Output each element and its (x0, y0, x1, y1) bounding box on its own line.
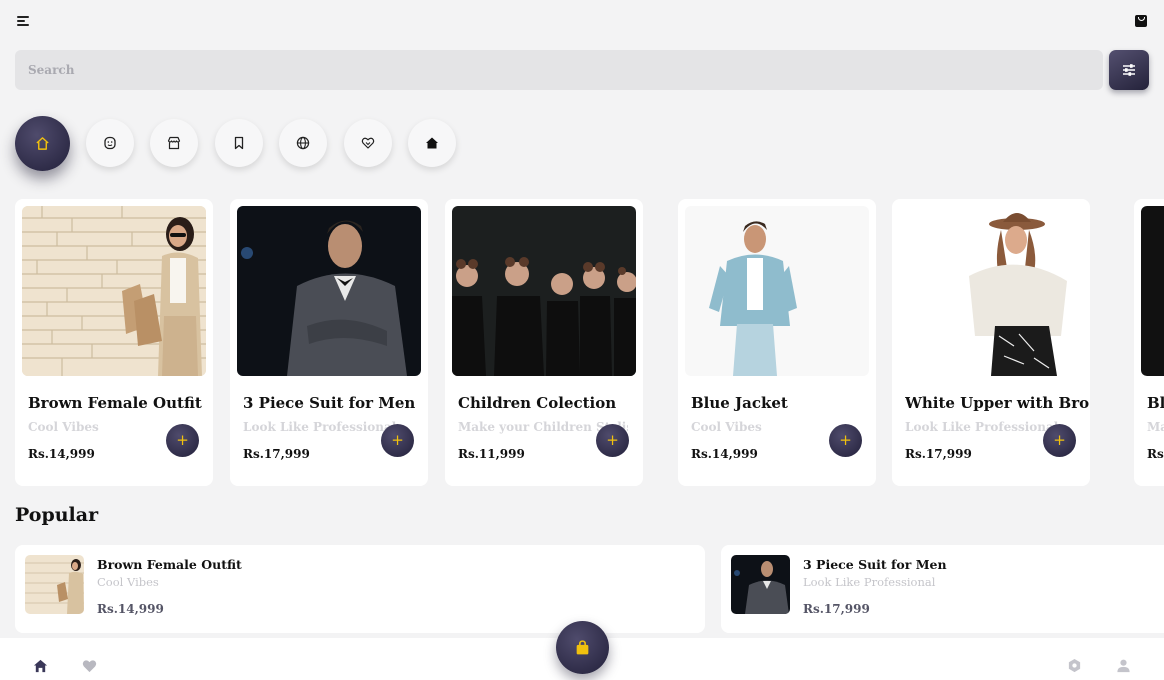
product-image (1141, 206, 1164, 376)
product-price: Rs.17,999 (905, 447, 972, 461)
product-subtitle: Ma (1147, 420, 1164, 434)
store-icon (167, 136, 181, 150)
product-name: 3 Piece Suit for Men (243, 394, 416, 412)
category-home-button[interactable] (15, 116, 70, 171)
popular-item[interactable]: Brown Female Outfit Cool Vibes Rs.14,999 (15, 545, 705, 633)
product-card[interactable]: Children Colection Make your Children St… (445, 199, 643, 486)
popular-item-image (731, 555, 790, 614)
product-card[interactable]: Bla Ma Rs. (1134, 199, 1164, 486)
popular-item-price: Rs.14,999 (97, 602, 164, 616)
nav-favorites-button[interactable] (82, 658, 97, 677)
product-image (237, 206, 421, 376)
search-bar (15, 50, 1103, 90)
category-favorites-button[interactable] (344, 119, 392, 167)
hamburger-menu-icon[interactable] (17, 15, 29, 27)
product-price: Rs.14,999 (691, 447, 758, 461)
search-input[interactable] (15, 50, 1103, 90)
add-to-cart-button[interactable]: + (596, 424, 629, 457)
product-card[interactable]: 3 Piece Suit for Men Look Like Professio… (230, 199, 428, 486)
home-icon (36, 137, 49, 150)
category-bookmark-button[interactable] (215, 119, 263, 167)
sliders-icon (1123, 64, 1135, 76)
app-page: Brown Female Outfit Cool Vibes Rs.14,999… (0, 0, 1164, 680)
popular-item-image (25, 555, 84, 614)
cart-button[interactable] (556, 621, 609, 674)
product-card[interactable]: Brown Female Outfit Cool Vibes Rs.14,999… (15, 199, 213, 486)
product-name: Blue Jacket (691, 394, 788, 412)
user-icon (1117, 659, 1130, 673)
product-image (22, 206, 206, 376)
nav-profile-button[interactable] (1116, 658, 1131, 677)
product-image (452, 206, 636, 376)
product-card[interactable]: White Upper with Brown Hat Look Like Pro… (892, 199, 1090, 486)
settings-icon (1068, 658, 1081, 673)
category-house-button[interactable] (408, 119, 456, 167)
popular-item-name: Brown Female Outfit (97, 557, 242, 572)
bookmark-icon (234, 136, 244, 150)
category-globe-button[interactable] (279, 119, 327, 167)
product-name: Brown Female Outfit (28, 394, 202, 412)
product-price: Rs.14,999 (28, 447, 95, 461)
heart-handshake-icon (361, 137, 375, 149)
popular-item-subtitle: Cool Vibes (97, 575, 159, 589)
category-store-button[interactable] (150, 119, 198, 167)
home-icon (33, 659, 48, 673)
product-price: Rs. (1147, 447, 1164, 461)
product-price: Rs.11,999 (458, 447, 525, 461)
nav-settings-button[interactable] (1067, 658, 1082, 677)
product-image (685, 206, 869, 376)
product-name: Bla (1147, 394, 1164, 412)
filter-button[interactable] (1109, 50, 1149, 90)
category-bar (0, 110, 1164, 180)
popular-item-name: 3 Piece Suit for Men (803, 557, 947, 572)
section-title-popular: Popular (15, 504, 99, 526)
product-name: Children Colection (458, 394, 617, 412)
top-bar (0, 0, 1164, 44)
product-name: White Upper with Brown Hat (905, 394, 1089, 412)
category-face-button[interactable] (86, 119, 134, 167)
home-filled-icon (426, 137, 438, 149)
popular-item-price: Rs.17,999 (803, 602, 870, 616)
product-carousel: Brown Female Outfit Cool Vibes Rs.14,999… (0, 199, 1164, 487)
nav-home-button[interactable] (33, 658, 48, 677)
heart-icon (82, 660, 97, 673)
popular-item-subtitle: Look Like Professional (803, 575, 936, 589)
popular-item[interactable]: 3 Piece Suit for Men Look Like Professio… (721, 545, 1164, 633)
add-to-cart-button[interactable]: + (166, 424, 199, 457)
product-price: Rs.17,999 (243, 447, 310, 461)
smile-face-icon (104, 136, 116, 150)
shopping-bag-icon[interactable] (1135, 15, 1147, 27)
globe-icon (296, 136, 310, 150)
shopping-bag-icon (576, 640, 589, 655)
product-image (899, 206, 1083, 376)
product-card[interactable]: Blue Jacket Cool Vibes Rs.14,999 + (678, 199, 876, 486)
add-to-cart-button[interactable]: + (381, 424, 414, 457)
add-to-cart-button[interactable]: + (1043, 424, 1076, 457)
add-to-cart-button[interactable]: + (829, 424, 862, 457)
